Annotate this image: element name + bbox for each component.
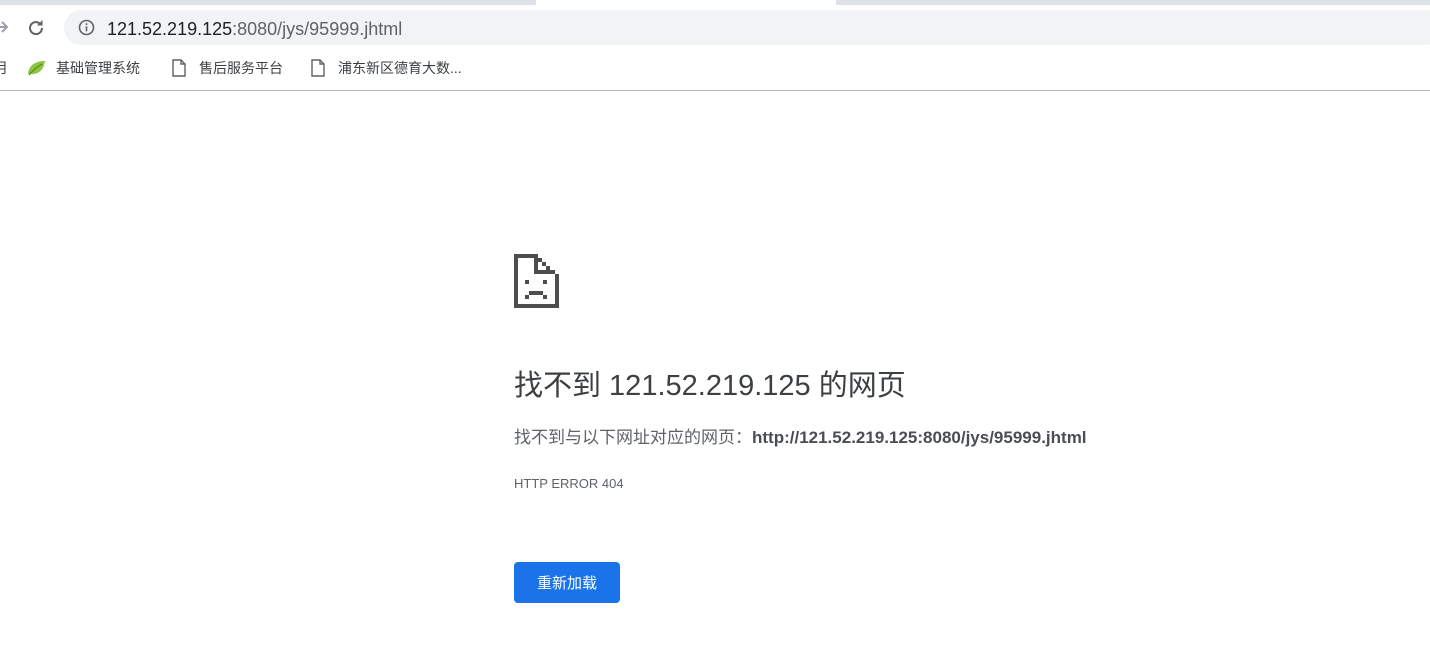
reload-button[interactable]: 重新加载 <box>514 562 620 603</box>
browser-toolbar: 121.52.219.125:8080/jys/95999.jhtml <box>0 5 1430 50</box>
browser-chrome: 121.52.219.125:8080/jys/95999.jhtml 月 基础… <box>0 0 1430 91</box>
bookmark-label: 基础管理系统 <box>56 60 140 76</box>
reload-icon[interactable] <box>25 17 47 39</box>
error-description: 找不到与以下网址对应的网页：http://121.52.219.125:8080… <box>514 427 1087 449</box>
sad-page-icon <box>514 254 559 308</box>
bookmark-item-after-sales[interactable]: 售后服务平台 <box>169 58 283 78</box>
error-title: 找不到 121.52.219.125 的网页 <box>514 370 906 402</box>
bookmark-item-basic-management[interactable]: 基础管理系统 <box>26 58 140 78</box>
error-url: http://121.52.219.125:8080/jys/95999.jht… <box>752 428 1087 447</box>
toolbar-divider <box>0 90 1430 91</box>
info-icon[interactable] <box>78 19 95 36</box>
error-description-text: 找不到与以下网址对应的网页： <box>514 428 752 447</box>
bookmarks-bar: 月 基础管理系统 售后服务平台 浦东新区德育大数... <box>0 54 1430 82</box>
url-host: 121.52.219.125 <box>107 19 233 39</box>
error-code: HTTP ERROR 404 <box>514 476 624 491</box>
url-path: :8080/jys/95999.jhtml <box>232 19 403 39</box>
bookmark-label: 浦东新区德育大数... <box>338 60 462 76</box>
bookmark-label: 售后服务平台 <box>199 60 283 76</box>
page-icon <box>308 58 328 78</box>
bookmark-item-pudong-moral[interactable]: 浦东新区德育大数... <box>308 58 462 78</box>
address-bar[interactable]: 121.52.219.125:8080/jys/95999.jhtml <box>64 10 1430 45</box>
url-text[interactable]: 121.52.219.125:8080/jys/95999.jhtml <box>107 19 402 39</box>
forward-icon[interactable] <box>0 17 10 37</box>
bookmark-partial[interactable]: 月 <box>0 58 8 78</box>
page-icon <box>169 58 189 78</box>
leaf-icon <box>26 58 46 78</box>
